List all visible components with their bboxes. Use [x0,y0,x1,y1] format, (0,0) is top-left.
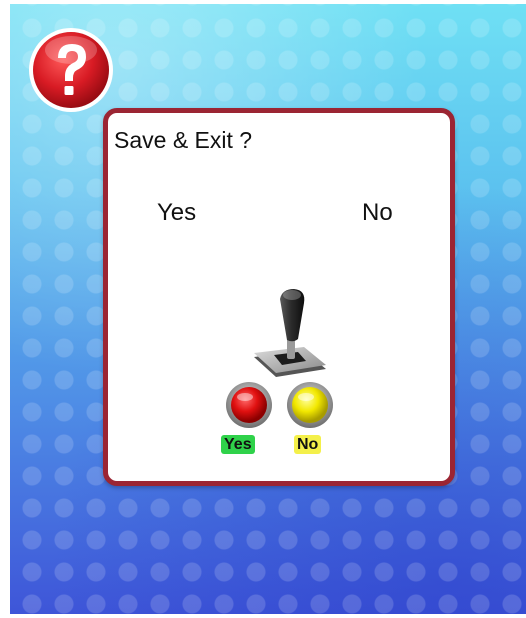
option-no[interactable]: No [362,199,393,227]
joystick-icon [254,289,326,377]
question-mark-icon[interactable] [27,26,115,114]
yellow-button-label: No [294,435,322,454]
game-screen: Save & Exit ? Yes No Yes No [10,4,526,614]
save-exit-dialog: Save & Exit ? Yes No Yes No [103,108,455,486]
red-button-label: Yes [221,435,255,454]
red-arcade-button[interactable] [225,381,273,429]
dialog-title: Save & Exit ? [114,127,253,153]
yellow-arcade-button[interactable] [286,381,334,429]
option-yes[interactable]: Yes [157,199,196,227]
